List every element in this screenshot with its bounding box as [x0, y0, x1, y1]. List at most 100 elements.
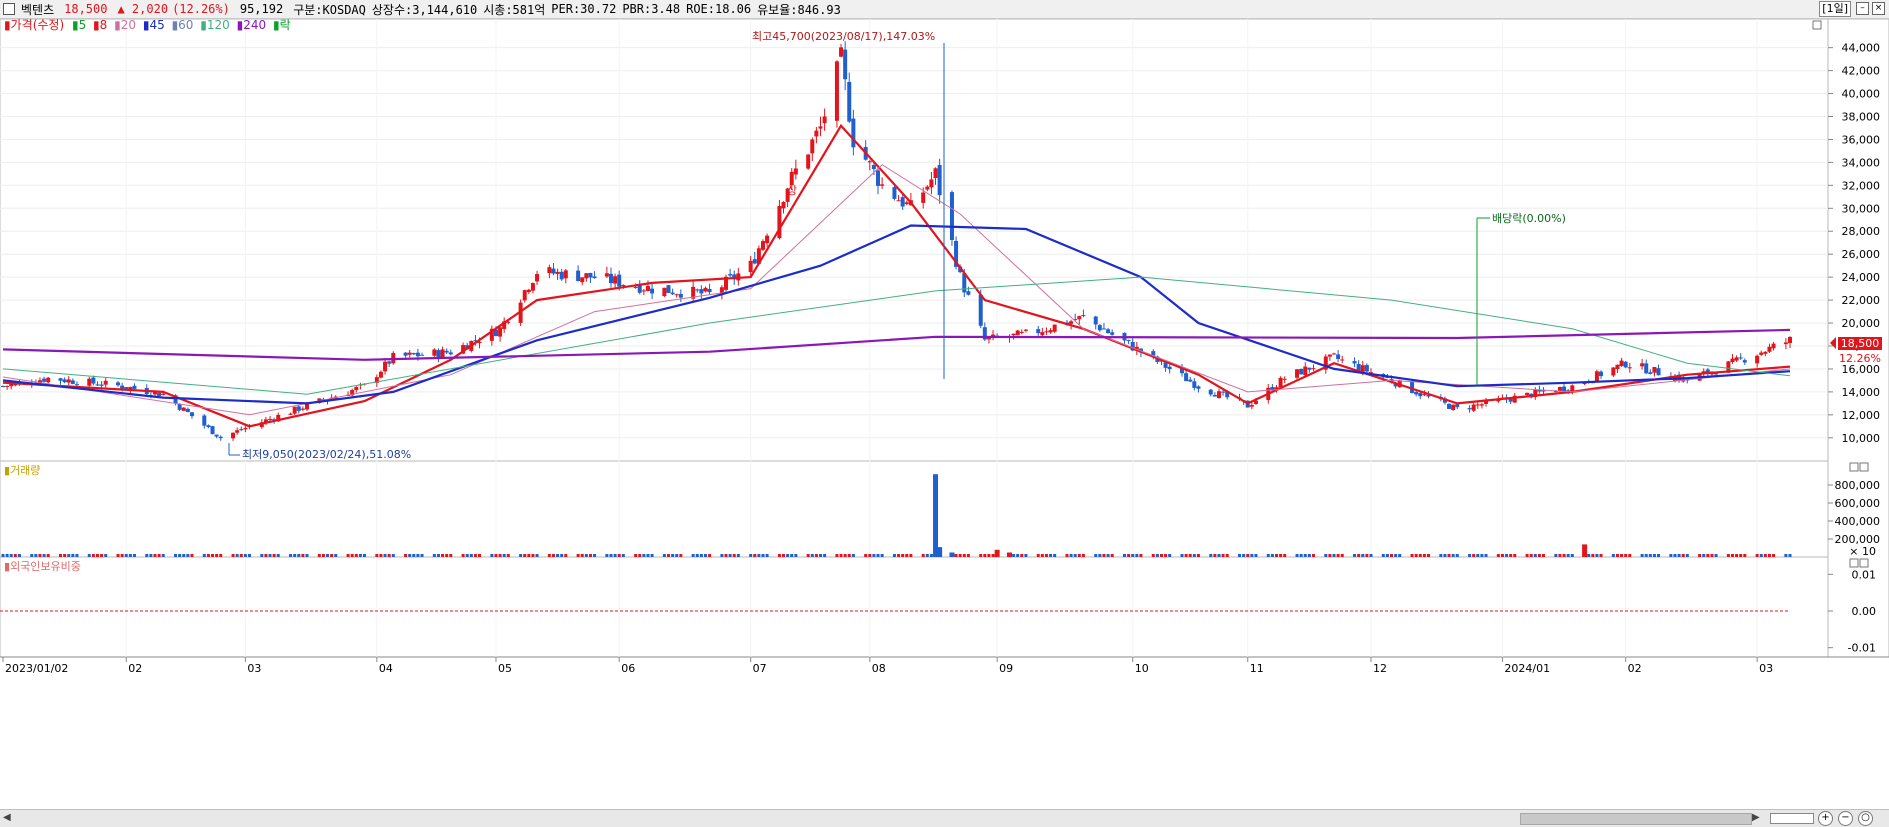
- candle-body: [650, 288, 655, 294]
- volume-bar: [1102, 554, 1106, 557]
- volume-bar: [1468, 554, 1472, 557]
- candle-body: [1644, 363, 1649, 374]
- volume-bar: [679, 554, 683, 557]
- volume-bar: [1496, 554, 1500, 557]
- volume-bar: [703, 554, 707, 557]
- candle-body: [354, 387, 359, 391]
- volume-panel-close-icon[interactable]: [1859, 462, 1869, 472]
- volume-bar: [1587, 554, 1591, 557]
- candle-body: [1525, 392, 1530, 395]
- change-pct-tag: 12.26%: [1839, 352, 1881, 365]
- candle-body: [300, 408, 305, 410]
- close-icon[interactable]: ×: [1872, 2, 1885, 15]
- volume-bar: [1307, 554, 1311, 557]
- candle-body: [707, 288, 712, 293]
- volume-bar: [1673, 554, 1677, 557]
- candle-body: [1447, 403, 1452, 409]
- volume-bar: [810, 554, 814, 557]
- volume-bar: [695, 554, 699, 557]
- volume-bar: [892, 554, 896, 557]
- volume-bar: [1500, 554, 1504, 557]
- zoom-slider[interactable]: [1770, 813, 1814, 824]
- volume-bar: [1069, 554, 1073, 557]
- period-selector[interactable]: [1일]: [1819, 1, 1851, 17]
- legend-ma60-mark: ▮: [172, 19, 179, 32]
- volume-bar: [219, 554, 223, 557]
- foreign-panel-min-icon[interactable]: [1849, 558, 1859, 568]
- volume-bar: [383, 554, 387, 557]
- candle-body: [1336, 354, 1341, 359]
- horizontal-scrollbar[interactable]: ◀ ▶ + − ○: [0, 809, 1889, 827]
- volume-bar: [1698, 554, 1702, 557]
- volume-bar: [1706, 554, 1710, 557]
- candle-body: [752, 259, 757, 264]
- stock-info-bar: 벡텐츠 18,500 ▲ 2,020 (12.26%) 95,192 구분:KO…: [0, 0, 1889, 19]
- scroll-thumb[interactable]: [1520, 813, 1752, 825]
- candle-body: [1081, 315, 1086, 317]
- current-price-tag-text: 18,500: [1841, 337, 1880, 350]
- price-tick-label: 34,000: [1842, 156, 1881, 169]
- candle-body: [120, 385, 125, 389]
- volume-bar: [1418, 554, 1422, 557]
- candle-body: [814, 130, 819, 137]
- volume-bar: [1620, 554, 1624, 557]
- candle-body: [440, 349, 445, 357]
- candle-body: [949, 192, 954, 240]
- stock-chart[interactable]: 10,00012,00014,00016,00018,00020,00022,0…: [0, 19, 1889, 809]
- minimize-icon[interactable]: –: [1856, 2, 1869, 15]
- volume-bar: [1053, 554, 1057, 557]
- candle-body: [633, 286, 638, 288]
- candle-body: [1011, 333, 1016, 336]
- candle-body: [1216, 391, 1221, 398]
- x-tick-label: 06: [621, 662, 635, 675]
- legend-ma8-mark: ▮: [93, 19, 100, 32]
- candle-body: [900, 197, 905, 207]
- zoom-in-icon[interactable]: +: [1818, 811, 1833, 826]
- zoom-reset-icon[interactable]: ○: [1858, 811, 1873, 826]
- volume-bar: [1529, 554, 1533, 557]
- candle-body: [621, 284, 626, 286]
- volume-bar: [991, 554, 995, 557]
- volume-bar: [1755, 554, 1759, 557]
- volume-bar: [1299, 554, 1303, 557]
- candle-body: [1097, 325, 1102, 331]
- volume-bar: [186, 554, 190, 557]
- price-tick-label: 40,000: [1842, 88, 1881, 101]
- x-tick-label: 02: [128, 662, 142, 675]
- candle-body: [1023, 329, 1028, 331]
- volume-bar: [736, 554, 740, 557]
- candle-body: [839, 47, 844, 57]
- trade-volume: 95,192: [239, 2, 284, 16]
- volume-bar: [63, 554, 67, 557]
- candle-body: [268, 418, 273, 420]
- volume-bar: [1447, 554, 1451, 557]
- per-value: PER:30.72: [551, 2, 617, 16]
- volume-bar: [1385, 554, 1389, 557]
- volume-panel-min-icon[interactable]: [1849, 462, 1859, 472]
- volume-bar: [901, 554, 905, 557]
- foreign-tick-label: -0.01: [1848, 642, 1876, 655]
- x-tick-label: 04: [379, 662, 393, 675]
- price-tick-label: 30,000: [1842, 202, 1881, 215]
- stock-select-checkbox[interactable]: [3, 3, 15, 15]
- volume-bar: [449, 554, 453, 557]
- volume-bar: [379, 554, 383, 557]
- volume-bar: [1036, 554, 1040, 557]
- candle-body: [1311, 368, 1316, 370]
- volume-bar: [1209, 554, 1213, 557]
- volume-bar: [638, 554, 642, 557]
- foreign-panel-close-icon[interactable]: [1859, 558, 1869, 568]
- volume-bar: [576, 554, 580, 557]
- candle-body: [1767, 346, 1772, 352]
- volume-bar: [1476, 554, 1480, 557]
- volume-bar: [1628, 554, 1632, 557]
- scroll-right-icon[interactable]: ▶: [1752, 812, 1760, 823]
- volume-bar: [243, 554, 247, 557]
- volume-bar: [301, 554, 305, 557]
- price-panel-min-icon[interactable]: [1812, 20, 1822, 30]
- scroll-left-icon[interactable]: ◀: [3, 812, 11, 823]
- candle-body: [1282, 378, 1287, 380]
- zoom-out-icon[interactable]: −: [1838, 811, 1853, 826]
- volume-bar: [412, 554, 416, 557]
- volume-bar: [1106, 554, 1110, 557]
